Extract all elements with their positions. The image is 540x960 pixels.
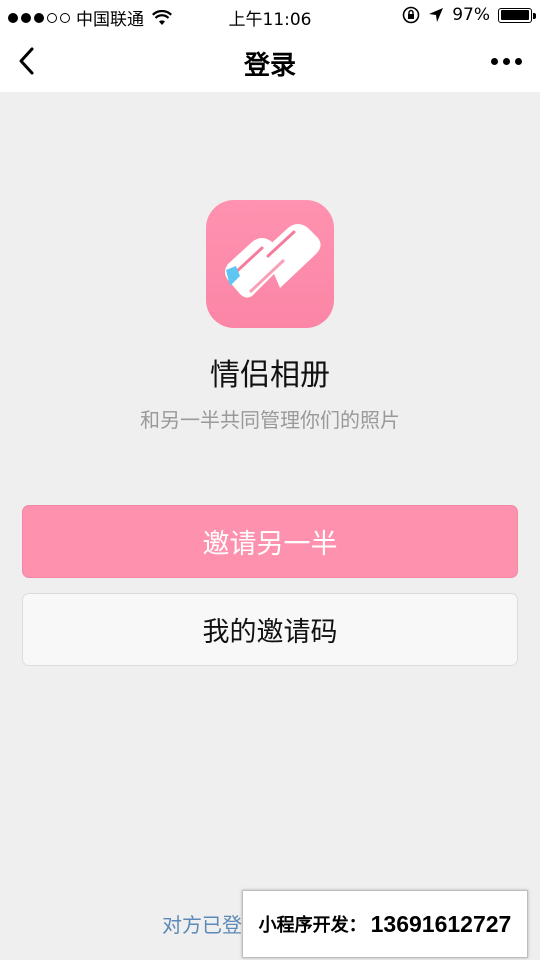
invite-partner-button[interactable]: 邀请另一半: [22, 505, 518, 578]
developer-contact-banner: 小程序开发： 13691612727: [242, 890, 528, 958]
battery-percent: 97%: [452, 5, 490, 25]
invite-partner-label: 邀请另一半: [202, 529, 338, 560]
my-invite-code-label: 我的邀请码: [202, 617, 338, 648]
my-invite-code-button[interactable]: 我的邀请码: [22, 593, 518, 666]
heart-book-icon: [225, 224, 321, 298]
orientation-lock-icon: [402, 6, 420, 24]
more-dots-icon: [490, 57, 498, 65]
location-arrow-icon: [429, 8, 444, 22]
nav-bar: 登录: [0, 30, 540, 92]
status-right: 97%: [402, 5, 536, 25]
app-name: 情侣相册: [210, 358, 330, 393]
contact-label: 小程序开发：: [258, 915, 367, 935]
partner-logged-in-link[interactable]: 对方已登: [162, 909, 242, 938]
app-logo: [206, 200, 334, 328]
contact-number: 13691612727: [370, 910, 512, 937]
app-subtitle: 和另一半共同管理你们的照片: [140, 408, 400, 432]
page-title: 登录: [243, 51, 296, 81]
battery-fill: [500, 10, 529, 20]
status-bar: 中国联通 上午11:06 97%: [0, 0, 540, 30]
battery-icon: [498, 7, 536, 23]
more-button[interactable]: [486, 44, 526, 78]
